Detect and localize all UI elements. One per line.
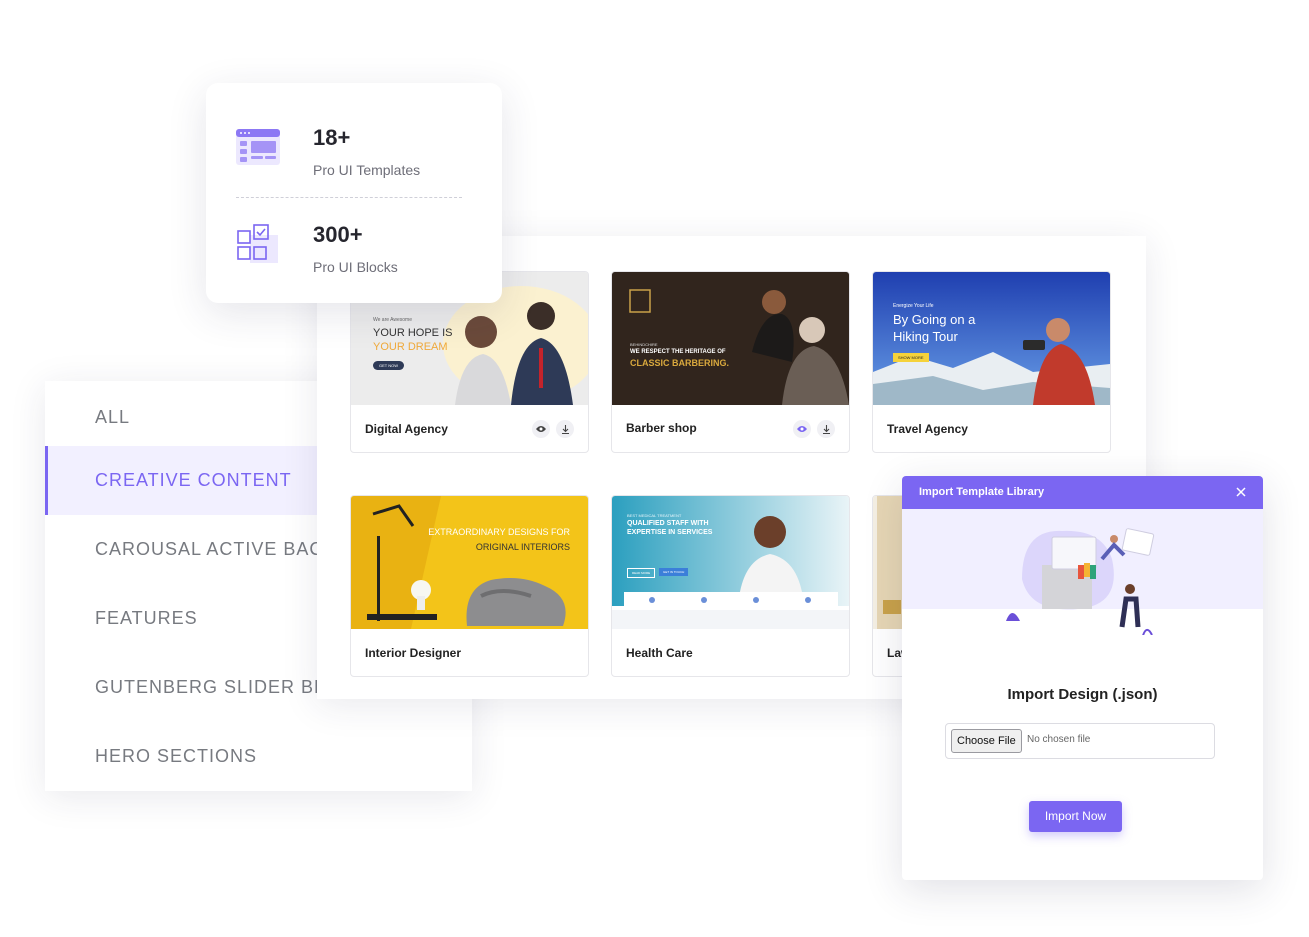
template-card-interior-designer[interactable]: EXTRAORDINARY DESIGNS FOR ORIGINAL INTER… — [350, 495, 589, 677]
stats-divider — [236, 197, 462, 198]
template-title: Barber shop — [626, 421, 697, 435]
eye-icon — [797, 426, 807, 432]
template-title: Digital Agency — [365, 422, 448, 436]
file-input[interactable]: Choose File No chosen file — [945, 723, 1215, 759]
stat-blocks: 300+ Pro UI Blocks — [236, 221, 472, 291]
close-icon[interactable] — [1235, 486, 1247, 498]
thumb-eyebrow: BEHINDCHIRE — [630, 342, 658, 347]
template-thumbnail: BEHINDCHIRE WE RESPECT THE HERITAGE OF C… — [612, 272, 849, 405]
template-actions — [532, 420, 574, 438]
thumb-eyebrow: BEST MEDICAL TREATMENT — [627, 513, 682, 518]
import-illustration — [902, 528, 1263, 640]
thumb-headline-2: Hiking Tour — [893, 329, 958, 344]
template-title: Health Care — [626, 646, 693, 660]
thumb-headline: EXTRAORDINARY DESIGNS FOR — [428, 527, 570, 537]
template-card-travel-agency[interactable]: Energize Your Life By Going on a Hiking … — [872, 271, 1111, 453]
thumb-headline: YOUR HOPE IS — [373, 327, 453, 339]
template-title: Travel Agency — [887, 422, 968, 436]
thumb-headline-2: ORIGINAL INTERIORS — [475, 542, 570, 552]
preview-button[interactable] — [532, 420, 550, 438]
template-thumbnail: Energize Your Life By Going on a Hiking … — [873, 272, 1110, 405]
download-button[interactable] — [817, 420, 835, 438]
stat-templates: 18+ Pro UI Templates — [236, 125, 472, 195]
category-item-hero-sections[interactable]: HERO SECTIONS — [45, 722, 472, 791]
barber-shop-illustration — [612, 272, 849, 405]
thumb-headline-accent: CLASSIC BARBERING. — [630, 358, 730, 368]
template-title: Interior Designer — [365, 646, 462, 660]
thumb-headline: By Going on a — [893, 312, 976, 327]
thumb-cta: GET NOW — [373, 361, 405, 370]
import-now-button[interactable]: Import Now — [1029, 801, 1122, 832]
download-icon — [561, 424, 569, 434]
template-thumbnail: BEST MEDICAL TREATMENT QUALIFIED STAFF W… — [612, 496, 849, 629]
thumb-eyebrow: Energize Your Life — [893, 303, 934, 309]
thumb-cta-2: GET IN TOUCH — [659, 568, 689, 576]
modal-title: Import Template Library — [919, 486, 1045, 498]
file-status-text: No chosen file — [1027, 734, 1091, 745]
thumb-headline-2: EXPERTISE IN SERVICES — [627, 529, 713, 536]
template-actions — [793, 420, 835, 438]
stats-card: 18+ Pro UI Templates 300+ Pro UI Blocks — [206, 83, 502, 303]
blocks-label: Pro UI Blocks — [313, 259, 398, 275]
choose-file-button[interactable]: Choose File — [951, 729, 1022, 753]
blocks-grid-icon — [237, 224, 278, 263]
templates-label: Pro UI Templates — [313, 162, 421, 178]
modal-header: Import Template Library — [902, 476, 1263, 509]
thumb-headline-accent: YOUR DREAM — [373, 341, 448, 353]
thumb-eyebrow: We are Awesome — [373, 317, 413, 323]
preview-button[interactable] — [793, 420, 811, 438]
templates-count: 18+ — [313, 125, 351, 150]
download-button[interactable] — [556, 420, 574, 438]
eye-icon — [536, 426, 546, 432]
import-template-modal: Import Template Library Import Design (.… — [902, 476, 1263, 880]
template-card-barber-shop[interactable]: BEHINDCHIRE WE RESPECT THE HERITAGE OF C… — [611, 271, 850, 453]
download-icon — [822, 424, 830, 434]
interior-designer-illustration — [351, 496, 588, 629]
thumb-headline: WE RESPECT THE HERITAGE OF — [630, 349, 726, 355]
modal-illustration-area — [902, 509, 1263, 640]
template-layout-icon — [236, 129, 280, 165]
blocks-count: 300+ — [313, 222, 363, 247]
thumb-cta: READ MORE — [627, 568, 656, 578]
template-thumbnail: EXTRAORDINARY DESIGNS FOR ORIGINAL INTER… — [351, 496, 588, 629]
import-heading: Import Design (.json) — [1007, 686, 1158, 703]
thumb-headline: QUALIFIED STAFF WITH — [627, 520, 709, 527]
thumb-cta: SHOW MORE — [893, 353, 929, 362]
template-card-health-care[interactable]: BEST MEDICAL TREATMENT QUALIFIED STAFF W… — [611, 495, 850, 677]
